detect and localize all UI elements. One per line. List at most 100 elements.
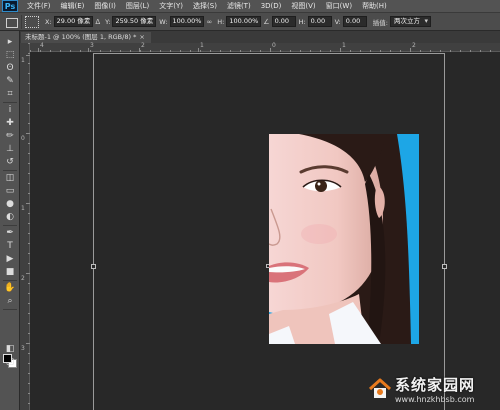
- ruler-minor-tick: [220, 50, 221, 52]
- menu-3d[interactable]: 3D(D): [256, 2, 287, 10]
- ruler-minor-tick: [28, 373, 30, 374]
- foreground-color-swatch[interactable]: [3, 354, 12, 363]
- blur-icon[interactable]: ●: [2, 198, 18, 210]
- vertical-ruler[interactable]: 1 0 1 2 3: [20, 43, 30, 410]
- rectangle-icon[interactable]: ■: [2, 266, 18, 278]
- menu-image[interactable]: 图像(I): [89, 1, 121, 11]
- lasso-icon[interactable]: ʘ: [2, 62, 18, 74]
- hskew-input[interactable]: 0.00: [307, 16, 332, 27]
- ruler-minor-tick: [50, 50, 51, 52]
- ruler-minor-tick: [28, 43, 30, 44]
- ruler-minor-tick: [240, 50, 241, 52]
- angle-icon: ∠: [263, 17, 270, 26]
- ruler-minor-tick: [28, 173, 30, 174]
- path-select-icon[interactable]: ▶: [2, 253, 18, 265]
- ruler-minor-tick: [28, 313, 30, 314]
- portrait-photo-layer[interactable]: [269, 134, 419, 344]
- marquee-icon[interactable]: ⬚: [2, 49, 18, 61]
- x-label: X:: [45, 17, 52, 26]
- quick-select-icon[interactable]: ✎: [2, 75, 18, 87]
- eraser-icon[interactable]: ◫: [2, 172, 18, 184]
- transform-tool-icon[interactable]: [2, 14, 22, 29]
- menu-type[interactable]: 文字(Y): [154, 1, 188, 11]
- clone-stamp-icon[interactable]: ⊥: [2, 143, 18, 155]
- eyedropper-icon[interactable]: ⅰ: [2, 104, 18, 116]
- ruler-minor-tick: [90, 50, 91, 52]
- y-input[interactable]: 259.50 像素: [112, 16, 157, 27]
- interpolation-select[interactable]: 两次立方: [389, 16, 431, 27]
- ruler-minor-tick: [70, 50, 71, 52]
- ruler-minor-tick: [330, 50, 331, 52]
- ruler-minor-tick: [110, 50, 111, 52]
- hskew-label: H:: [298, 17, 306, 26]
- menu-window[interactable]: 窗口(W): [321, 1, 357, 11]
- horizontal-ruler[interactable]: 4 3 2 1 0 1 2: [30, 42, 500, 52]
- menu-file[interactable]: 文件(F): [22, 1, 56, 11]
- ruler-minor-tick: [28, 353, 30, 354]
- ruler-minor-tick: [480, 50, 481, 52]
- crop-icon[interactable]: ⌗: [2, 88, 18, 100]
- ruler-minor-tick: [470, 50, 471, 52]
- canvas-area[interactable]: [31, 53, 500, 410]
- ruler-minor-tick: [450, 50, 451, 52]
- ruler-minor-tick: [360, 50, 361, 52]
- ruler-minor-tick: [370, 50, 371, 52]
- ruler-minor-tick: [28, 223, 30, 224]
- ruler-minor-tick: [290, 50, 291, 52]
- ruler-minor-tick: [28, 93, 30, 94]
- watermark-name: 系统家园网: [395, 375, 476, 394]
- ruler-label: 1: [342, 42, 346, 49]
- ruler-minor-tick: [170, 50, 171, 52]
- hand-icon[interactable]: ✋: [2, 282, 18, 294]
- menu-filter[interactable]: 滤镜(T): [222, 1, 256, 11]
- ruler-tick: [198, 48, 199, 52]
- reference-point-icon[interactable]: [25, 15, 39, 28]
- menu-layer[interactable]: 图层(L): [121, 1, 154, 11]
- menu-select[interactable]: 选择(S): [188, 1, 222, 11]
- x-input[interactable]: 29.00 像素: [53, 16, 94, 27]
- ruler-minor-tick: [230, 50, 231, 52]
- ruler-minor-tick: [340, 50, 341, 52]
- ruler-minor-tick: [310, 50, 311, 52]
- ruler-minor-tick: [440, 50, 441, 52]
- brush-icon[interactable]: ✏: [2, 130, 18, 142]
- healing-brush-icon[interactable]: ✚: [2, 117, 18, 129]
- ruler-minor-tick: [30, 50, 31, 52]
- type-icon[interactable]: T: [2, 240, 18, 252]
- menu-edit[interactable]: 编辑(E): [56, 1, 90, 11]
- ruler-minor-tick: [100, 50, 101, 52]
- ruler-minor-tick: [180, 50, 181, 52]
- zoom-icon[interactable]: ⌕: [2, 295, 18, 307]
- transform-handle-left[interactable]: [91, 264, 96, 269]
- vskew-input[interactable]: 0.00: [342, 16, 367, 27]
- ruler-label: 3: [90, 42, 94, 49]
- menu-help[interactable]: 帮助(H): [357, 1, 392, 11]
- delta-icon[interactable]: Δ: [95, 18, 100, 26]
- history-brush-icon[interactable]: ↺: [2, 156, 18, 168]
- angle-input[interactable]: 0.00: [271, 16, 296, 27]
- ruler-minor-tick: [60, 50, 61, 52]
- tool-separator: [3, 170, 17, 171]
- ruler-minor-tick: [430, 50, 431, 52]
- move-icon[interactable]: ▸: [2, 36, 18, 48]
- ruler-minor-tick: [250, 50, 251, 52]
- link-icon[interactable]: ∞: [206, 18, 212, 26]
- transform-edge-top: [93, 53, 445, 54]
- dodge-icon[interactable]: ◐: [2, 211, 18, 223]
- interpolation-label: 插值:: [372, 18, 388, 27]
- width-input[interactable]: 100.00%: [169, 16, 205, 27]
- height-input[interactable]: 100.00%: [226, 16, 262, 27]
- gradient-icon[interactable]: ▭: [2, 185, 18, 197]
- menu-view[interactable]: 视图(V): [286, 1, 320, 11]
- pen-icon[interactable]: ✒: [2, 227, 18, 239]
- ruler-minor-tick: [40, 50, 41, 52]
- ruler-minor-tick: [28, 293, 30, 294]
- ruler-label: 1: [21, 205, 25, 212]
- ruler-minor-tick: [80, 50, 81, 52]
- ruler-minor-tick: [28, 403, 30, 404]
- ruler-minor-tick: [28, 163, 30, 164]
- ruler-minor-tick: [28, 323, 30, 324]
- watermark-url: www.hnzkhbsb.com: [395, 394, 475, 404]
- close-icon[interactable]: ×: [139, 33, 144, 41]
- transform-handle-right[interactable]: [442, 264, 447, 269]
